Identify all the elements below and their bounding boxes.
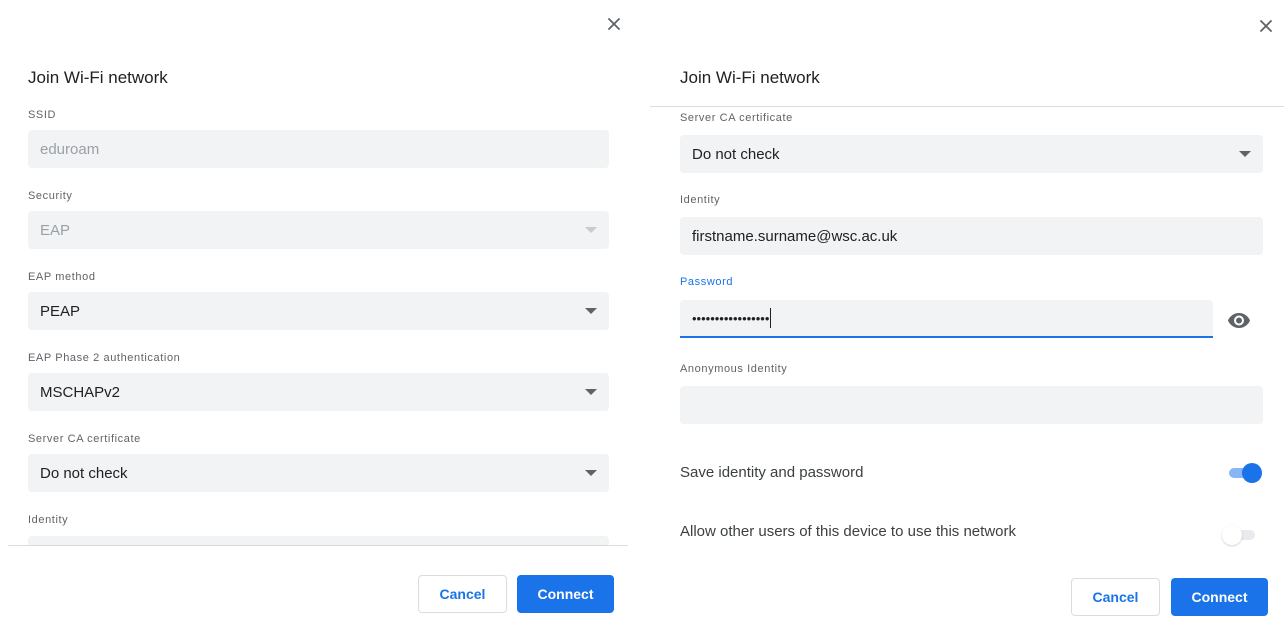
save-identity-toggle[interactable] (1226, 463, 1262, 483)
dropdown-arrow-icon (585, 308, 597, 314)
identity-input[interactable]: firstname.surname@wsc.ac.uk (680, 217, 1263, 255)
server-ca-select[interactable]: Do not check (28, 454, 609, 492)
security-label: Security (28, 190, 73, 202)
close-icon (1260, 20, 1272, 32)
close-icon (608, 18, 620, 30)
server-ca-label: Server CA certificate (28, 433, 141, 445)
password-value: ••••••••••••••••• (692, 310, 770, 326)
eap-method-select[interactable]: PEAP (28, 292, 609, 330)
join-wifi-dialog-left: Join Wi-Fi network SSID eduroam Security… (0, 0, 636, 619)
toggle-thumb (1242, 463, 1262, 483)
password-input[interactable]: ••••••••••••••••• (680, 300, 1213, 338)
ssid-value: eduroam (40, 140, 100, 158)
dialog-title: Join Wi-Fi network (28, 68, 168, 87)
join-wifi-dialog-right: Join Wi-Fi network Server CA certificate… (650, 0, 1284, 619)
dropdown-arrow-icon (585, 470, 597, 476)
phase2-auth-value: MSCHAPv2 (40, 383, 121, 401)
anonymous-identity-label: Anonymous Identity (680, 363, 788, 375)
server-ca-value: Do not check (692, 145, 780, 163)
phase2-auth-select[interactable]: MSCHAPv2 (28, 373, 609, 411)
connect-button[interactable]: Connect (1171, 578, 1268, 616)
dialog-title: Join Wi-Fi network (680, 68, 820, 87)
password-label: Password (680, 276, 734, 288)
phase2-auth-label: EAP Phase 2 authentication (28, 352, 181, 364)
dropdown-arrow-icon (1239, 151, 1251, 157)
save-identity-label: Save identity and password (680, 464, 864, 481)
identity-label: Identity (680, 194, 721, 206)
ssid-field: eduroam (28, 130, 609, 168)
identity-label: Identity (28, 514, 69, 526)
security-select: EAP (28, 211, 609, 249)
cancel-button[interactable]: Cancel (418, 575, 507, 613)
connect-button[interactable]: Connect (517, 575, 614, 613)
close-button[interactable] (602, 12, 626, 36)
ssid-label: SSID (28, 109, 57, 121)
text-cursor (770, 308, 772, 328)
share-network-label: Allow other users of this device to use … (680, 523, 1016, 540)
cancel-button[interactable]: Cancel (1071, 578, 1160, 616)
server-ca-value: Do not check (40, 464, 128, 482)
eye-icon[interactable] (1227, 308, 1251, 332)
footer-divider (8, 545, 628, 546)
server-ca-label: Server CA certificate (680, 112, 793, 124)
server-ca-select[interactable]: Do not check (680, 135, 1263, 173)
close-button[interactable] (1254, 14, 1278, 38)
identity-value: firstname.surname@wsc.ac.uk (692, 227, 898, 245)
header-divider (650, 106, 1284, 107)
share-network-toggle[interactable] (1222, 525, 1258, 545)
eap-method-value: PEAP (40, 302, 81, 320)
anonymous-identity-input[interactable] (680, 386, 1263, 424)
eap-method-label: EAP method (28, 271, 96, 283)
dropdown-arrow-icon (585, 389, 597, 395)
security-value: EAP (40, 221, 71, 239)
toggle-thumb (1222, 525, 1242, 545)
dropdown-arrow-icon (585, 227, 597, 233)
